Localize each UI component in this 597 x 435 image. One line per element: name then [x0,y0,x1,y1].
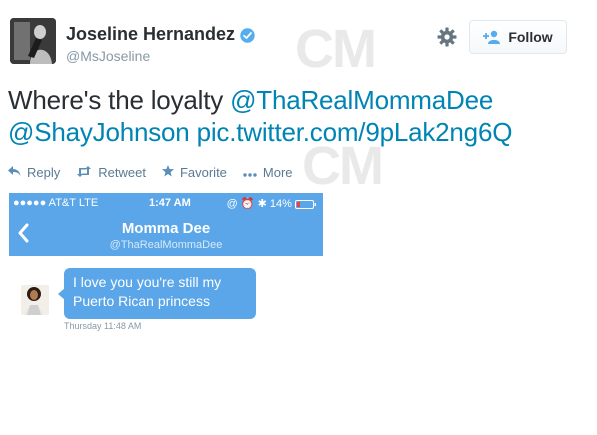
star-icon [161,165,174,180]
battery-icon [295,199,316,209]
dm-nav-bar: Momma Dee @ThaRealMommaDee [9,213,323,256]
reply-action[interactable]: Reply [8,165,60,180]
profile-photo [10,18,56,64]
mention-link[interactable]: @ShayJohnson [8,117,190,147]
verified-badge-icon [240,27,255,43]
carrier-signal: ●●●●● AT&T LTE [13,197,99,209]
watermark-logo: CM [295,19,377,79]
retweet-label: Retweet [98,165,146,180]
tweet-text-prefix: Where's the loyalty [8,85,231,115]
mention-link[interactable]: @ThaRealMommaDee [230,85,493,115]
follow-button[interactable]: Follow [469,20,567,54]
dm-message-time: Thursday 11:48 AM [64,321,142,331]
status-icons: @ ⏰ ✱ 14% [226,198,292,210]
phone-status-right: @ ⏰ ✱ 14% [227,197,317,210]
media-link[interactable]: pic.twitter.com/9pLak2ng6Q [197,117,513,147]
add-user-icon [483,30,501,44]
retweet-action[interactable]: Retweet [76,165,146,180]
gear-icon[interactable] [436,26,458,48]
profile-avatar[interactable] [10,18,56,64]
user-name-row[interactable]: Joseline Hernandez [66,24,255,45]
more-action[interactable]: More [243,165,293,180]
more-label: More [262,165,293,180]
phone-time: 1:47 AM [149,197,191,209]
follow-button-label: Follow [508,29,553,45]
phone-status-bar: ●●●●● AT&T LTE 1:47 AM @ ⏰ ✱ 14% [9,193,323,213]
user-name[interactable]: Joseline Hernandez [66,24,235,45]
dm-contact-handle: @ThaRealMommaDee [109,239,223,251]
reply-icon [8,165,21,180]
tweet-text: Where's the loyalty @ThaRealMommaDee @Sh… [8,84,588,148]
attached-media-screenshot[interactable]: ●●●●● AT&T LTE 1:47 AM @ ⏰ ✱ 14% Momma D… [9,193,323,333]
favorite-action[interactable]: Favorite [161,165,227,180]
dm-message-bubble: I love you you're still my Puerto Rican … [58,268,256,319]
favorite-label: Favorite [179,165,227,180]
dm-contact-name: Momma Dee [121,220,211,237]
user-handle[interactable]: @MsJoseline [66,48,150,64]
tweet-actions: Reply Retweet Favorite More [8,165,309,180]
reply-label: Reply [27,165,61,180]
dm-sender-avatar [21,285,49,315]
retweet-icon [76,165,92,180]
more-dots-icon [243,165,257,180]
